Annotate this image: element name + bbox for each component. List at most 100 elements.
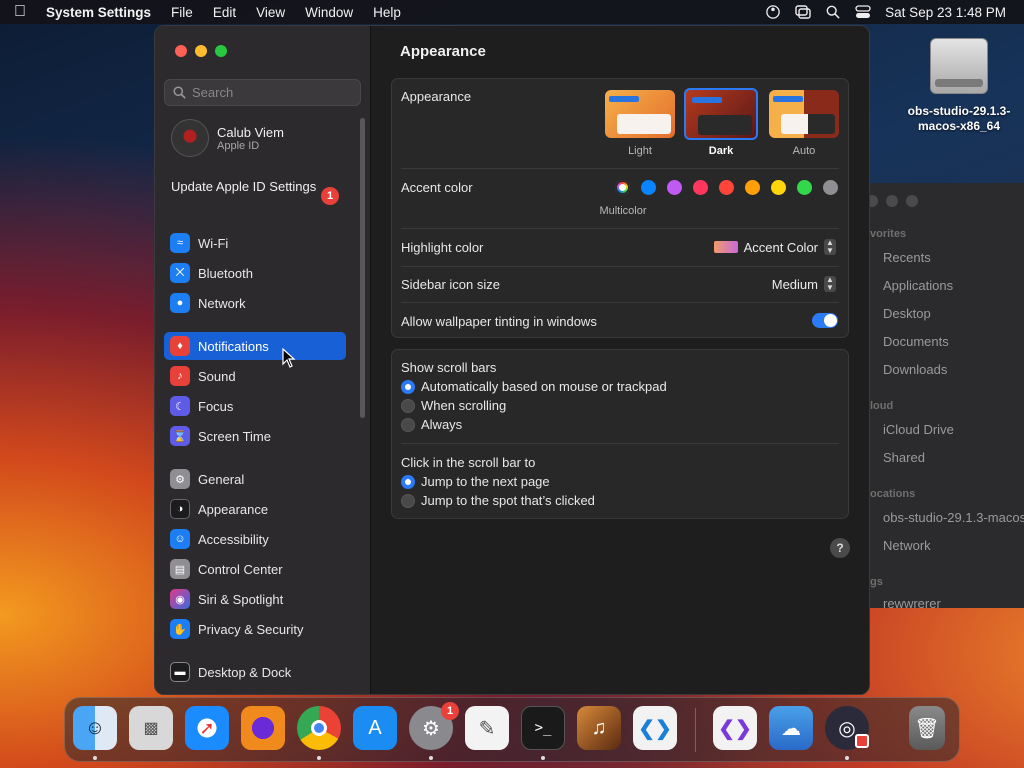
radio-button[interactable]	[401, 474, 415, 489]
running-indicator	[317, 756, 321, 760]
menu-view[interactable]: View	[246, 5, 295, 20]
accent-purple-swatch[interactable]	[667, 180, 682, 195]
sidebar-item-desktop-dock[interactable]: ▬ Desktop & Dock	[164, 658, 346, 686]
menu-edit[interactable]: Edit	[203, 5, 246, 20]
moon-icon: ☾	[170, 396, 190, 416]
sidebar-scrollbar[interactable]	[360, 118, 365, 418]
apple-id-row[interactable]: Calub Viem Apple ID	[171, 119, 284, 157]
radio-label: Automatically based on mouse or trackpad	[421, 379, 667, 394]
highlight-color-popup[interactable]: Accent Color ▲ ▼	[713, 239, 836, 255]
sidebar-item-sound[interactable]: ♪ Sound	[164, 362, 346, 390]
help-button[interactable]: ?	[830, 538, 850, 558]
menu-app-name[interactable]: System Settings	[40, 5, 161, 20]
appearance-light-thumb[interactable]	[605, 90, 675, 138]
finder-item-applications[interactable]: Applications	[883, 278, 953, 293]
scroll-option-when-scrolling[interactable]: When scrolling	[401, 398, 506, 413]
finder-item-network[interactable]: Network	[883, 538, 931, 553]
spotlight-search-icon[interactable]	[825, 5, 841, 19]
sidebar-item-control-center[interactable]: ▤ Control Center	[164, 555, 346, 583]
sidebar-item-appearance[interactable]: ◑ Appearance	[164, 495, 346, 523]
sidebar-icon-size-popup[interactable]: Medium ▲ ▼	[772, 276, 836, 292]
accent-red-swatch[interactable]	[719, 180, 734, 195]
menu-file[interactable]: File	[161, 5, 203, 20]
search-field[interactable]	[164, 79, 361, 106]
sidebar-item-privacy-security[interactable]: ✋ Privacy & Security	[164, 615, 346, 643]
finder-item-desktop[interactable]: Desktop	[883, 306, 931, 321]
accent-yellow-swatch[interactable]	[771, 180, 786, 195]
sidebar-item-accessibility[interactable]: ☺ Accessibility	[164, 525, 346, 553]
terminal-icon[interactable]: >_	[521, 706, 565, 750]
sidebar-item-siri-spotlight[interactable]: ◉ Siri & Spotlight	[164, 585, 346, 613]
sidebar-item-notifications[interactable]: ♦ Notifications	[164, 332, 346, 360]
sidebar-item-focus[interactable]: ☾ Focus	[164, 392, 346, 420]
click-scroll-bar-label: Click in the scroll bar to	[401, 455, 536, 470]
vscode-icon[interactable]: ❮❯	[633, 706, 677, 750]
apple-menu-icon[interactable]: 	[0, 3, 40, 21]
accent-green-swatch[interactable]	[797, 180, 812, 195]
accent-color-label: Accent color	[401, 180, 473, 195]
garageband-icon[interactable]: ♫	[577, 706, 621, 750]
trash-icon[interactable]: 🗑	[909, 706, 945, 750]
sidebar-item-bluetooth[interactable]: ⨉ Bluetooth	[164, 259, 346, 287]
sidebar-item-label: Network	[198, 295, 246, 311]
settings-dock-badge: 1	[441, 702, 459, 720]
weather-icon[interactable]: ☁	[769, 706, 813, 750]
finder-icon[interactable]: ☺	[73, 706, 117, 750]
accent-pink-swatch[interactable]	[693, 180, 708, 195]
finder-item-obs-volume[interactable]: obs-studio-29.1.3-macos	[883, 510, 1024, 525]
bluetooth-icon: ⨉	[170, 263, 190, 283]
search-input[interactable]	[192, 85, 352, 100]
chrome-icon[interactable]	[297, 706, 341, 750]
control-center-icon[interactable]	[855, 5, 871, 19]
safari-icon[interactable]: ➚	[185, 706, 229, 750]
accent-multicolor-swatch[interactable]	[615, 180, 630, 195]
radio-button[interactable]	[401, 379, 415, 394]
accent-blue-swatch[interactable]	[641, 180, 656, 195]
close-button[interactable]	[175, 45, 187, 57]
app-store-icon[interactable]: A	[353, 706, 397, 750]
finder-zoom-button[interactable]	[906, 195, 918, 207]
sidebar-item-label: Bluetooth	[198, 265, 253, 281]
radio-button[interactable]	[401, 417, 415, 432]
finder-item-documents[interactable]: Documents	[883, 334, 949, 349]
textedit-icon[interactable]: ✎	[465, 706, 509, 750]
appearance-dark-thumb[interactable]	[684, 88, 758, 140]
sidebar-item-label: Notifications	[198, 338, 269, 354]
update-apple-id-item[interactable]: Update Apple ID Settings	[171, 179, 341, 195]
sidebar-item-screen-time[interactable]: ⌛ Screen Time	[164, 422, 346, 450]
minimize-button[interactable]	[195, 45, 207, 57]
zoom-button[interactable]	[215, 45, 227, 57]
accent-orange-swatch[interactable]	[745, 180, 760, 195]
screen-mirroring-icon[interactable]	[795, 5, 811, 19]
finder-item-recents[interactable]: Recents	[883, 250, 931, 265]
running-indicator	[541, 756, 545, 760]
finder-item-downloads[interactable]: Downloads	[883, 362, 947, 377]
click-option-spot-clicked[interactable]: Jump to the spot that’s clicked	[401, 493, 595, 508]
finder-minimize-button[interactable]	[886, 195, 898, 207]
dock-icon: ▬	[170, 662, 190, 682]
finder-item-icloud-drive[interactable]: iCloud Drive	[883, 422, 954, 437]
obs-status-icon[interactable]	[765, 5, 781, 19]
sidebar-item-general[interactable]: ⚙ General	[164, 465, 346, 493]
menu-help[interactable]: Help	[363, 5, 411, 20]
disk-image-label[interactable]: obs-studio-29.1.3-macos-x86_64	[895, 104, 1023, 134]
menu-clock[interactable]: Sat Sep 23 1:48 PM	[885, 5, 1006, 20]
disk-image-icon[interactable]	[930, 38, 988, 94]
sidebar-item-network[interactable]: ● Network	[164, 289, 346, 317]
menu-window[interactable]: Window	[295, 5, 363, 20]
click-option-next-page[interactable]: Jump to the next page	[401, 474, 550, 489]
scroll-option-automatic[interactable]: Automatically based on mouse or trackpad	[401, 379, 667, 394]
launchpad-icon[interactable]: ▩	[129, 706, 173, 750]
siri-icon: ◉	[170, 589, 190, 609]
sidebar-item-wifi[interactable]: ≈ Wi-Fi	[164, 229, 346, 257]
appearance-auto-thumb[interactable]	[769, 90, 839, 138]
visual-studio-icon[interactable]: ❮❯	[713, 706, 757, 750]
finder-item-tag[interactable]: rewwrerer	[883, 596, 941, 608]
finder-item-shared[interactable]: Shared	[883, 450, 925, 465]
wallpaper-tinting-toggle[interactable]	[812, 313, 838, 328]
firefox-icon[interactable]	[241, 706, 285, 750]
radio-button[interactable]	[401, 493, 415, 508]
radio-button[interactable]	[401, 398, 415, 413]
accent-graphite-swatch[interactable]	[823, 180, 838, 195]
scroll-option-always[interactable]: Always	[401, 417, 462, 432]
